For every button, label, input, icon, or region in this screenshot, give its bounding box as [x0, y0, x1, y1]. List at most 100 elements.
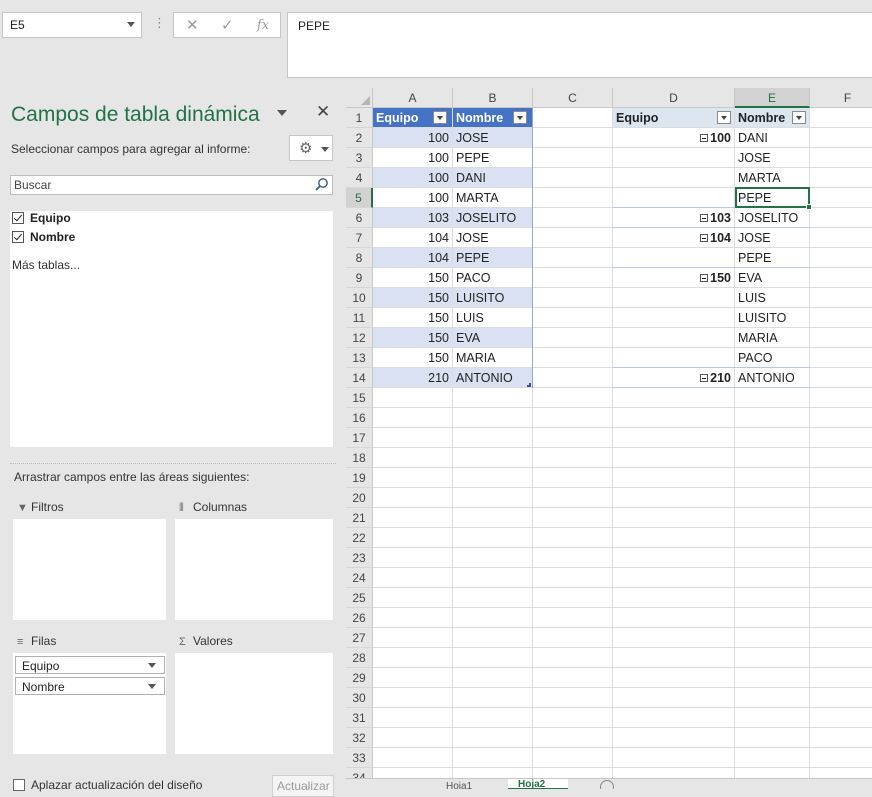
table-row-cell[interactable]: DANI — [453, 168, 532, 187]
columns-drop-zone[interactable] — [175, 519, 333, 620]
table-row-cell[interactable]: 100 — [373, 188, 452, 207]
field-equipo[interactable]: Equipo — [12, 211, 71, 227]
row-header[interactable]: 3 — [346, 148, 373, 168]
add-sheet-icon[interactable] — [600, 780, 614, 789]
table-header-cell[interactable]: Equipo — [373, 108, 452, 127]
enter-icon[interactable]: ✓ — [221, 16, 234, 34]
rows-drop-zone[interactable]: Equipo Nombre — [13, 653, 166, 754]
spreadsheet-grid[interactable]: ABCDEF 1 2 3 4 5 6 7 8 9 10 11 12 13 14 15 16 17 18 19 20 21… — [346, 88, 872, 789]
row-header[interactable]: 4 — [346, 168, 373, 188]
table-resize-handle[interactable] — [527, 383, 531, 387]
table-row-cell[interactable]: PACO — [453, 268, 532, 287]
table-row-cell[interactable]: 150 — [373, 308, 452, 327]
row-header[interactable]: 20 — [346, 488, 373, 508]
collapse-icon[interactable] — [700, 134, 709, 142]
column-header-c[interactable]: C — [533, 88, 613, 108]
row-header[interactable]: 9 — [346, 268, 373, 288]
update-button[interactable]: Actualizar — [272, 775, 334, 797]
collapse-icon[interactable] — [700, 234, 709, 242]
row-header[interactable]: 8 — [346, 248, 373, 268]
column-header-b[interactable]: B — [453, 88, 533, 108]
pane-options-chevron-icon[interactable] — [277, 110, 287, 116]
pivot-group-cell[interactable]: 104 — [613, 228, 734, 247]
row-header[interactable]: 2 — [346, 128, 373, 148]
sheet-tab-1[interactable]: Hoja1 — [446, 781, 472, 789]
table-row-cell[interactable]: ANTONIO — [453, 368, 532, 387]
name-box[interactable]: E5 — [2, 12, 142, 38]
table-row-cell[interactable]: 210 — [373, 368, 452, 387]
chevron-down-icon[interactable] — [148, 684, 156, 689]
pivot-row-cell[interactable]: EVA — [735, 268, 809, 287]
collapse-icon[interactable] — [700, 214, 709, 222]
row-header[interactable]: 28 — [346, 648, 373, 668]
chevron-down-icon[interactable] — [127, 22, 135, 27]
table-row-cell[interactable]: 100 — [373, 168, 452, 187]
table-row-cell[interactable]: 150 — [373, 348, 452, 367]
table-row-cell[interactable]: 150 — [373, 268, 452, 287]
filter-dropdown-icon[interactable] — [433, 111, 447, 124]
row-header[interactable]: 32 — [346, 728, 373, 748]
table-row-cell[interactable]: EVA — [453, 328, 532, 347]
values-drop-zone[interactable] — [175, 653, 333, 754]
table-row-cell[interactable]: MARTA — [453, 188, 532, 207]
insert-function-icon[interactable]: fx — [257, 18, 269, 33]
table-row-cell[interactable]: PEPE — [453, 148, 532, 167]
select-all-corner[interactable] — [346, 88, 373, 108]
row-header[interactable]: 15 — [346, 388, 373, 408]
pivot-group-cell[interactable]: 210 — [613, 368, 734, 387]
row-header[interactable]: 27 — [346, 628, 373, 648]
table-row-cell[interactable]: PEPE — [453, 248, 532, 267]
table-row-cell[interactable]: JOSE — [453, 228, 532, 247]
pivot-row-cell[interactable]: PACO — [735, 348, 809, 367]
row-header[interactable]: 7 — [346, 228, 373, 248]
row-header[interactable]: 1 — [346, 108, 373, 128]
row-header[interactable]: 26 — [346, 608, 373, 628]
fill-handle[interactable] — [806, 204, 812, 210]
row-header[interactable]: 21 — [346, 508, 373, 528]
column-header-a[interactable]: A — [373, 88, 453, 108]
row-header[interactable]: 18 — [346, 448, 373, 468]
table-row-cell[interactable]: JOSELITO — [453, 208, 532, 227]
close-icon[interactable]: ✕ — [316, 102, 330, 122]
filter-dropdown-icon[interactable] — [513, 111, 527, 124]
table-row-cell[interactable]: 104 — [373, 248, 452, 267]
table-header-cell[interactable]: Nombre — [453, 108, 532, 127]
row-header[interactable]: 11 — [346, 308, 373, 328]
row-header[interactable]: 22 — [346, 528, 373, 548]
tools-button[interactable]: ⚙ — [289, 135, 333, 161]
row-header[interactable]: 30 — [346, 688, 373, 708]
row-header[interactable]: 33 — [346, 748, 373, 768]
cancel-icon[interactable]: ✕ — [186, 16, 199, 34]
table-row-cell[interactable]: JOSE — [453, 128, 532, 147]
row-header[interactable]: 14 — [346, 368, 373, 388]
table-row-cell[interactable]: 103 — [373, 208, 452, 227]
collapse-icon[interactable] — [700, 374, 709, 382]
pivot-row-cell[interactable]: LUIS — [735, 288, 809, 307]
pivot-row-cell[interactable]: JOSE — [735, 148, 809, 167]
row-header[interactable]: 6 — [346, 208, 373, 228]
table-row-cell[interactable]: LUIS — [453, 308, 532, 327]
table-row-cell[interactable]: MARIA — [453, 348, 532, 367]
row-header[interactable]: 17 — [346, 428, 373, 448]
pivot-row-cell[interactable]: PEPE — [735, 248, 809, 267]
filters-drop-zone[interactable] — [13, 519, 166, 620]
chevron-down-icon[interactable] — [148, 663, 156, 668]
column-header-f[interactable]: F — [810, 88, 872, 108]
divider[interactable] — [10, 463, 336, 464]
row-header[interactable]: 10 — [346, 288, 373, 308]
filter-dropdown-icon[interactable] — [717, 111, 731, 124]
pivot-group-cell[interactable]: 150 — [613, 268, 734, 287]
row-header[interactable]: 29 — [346, 668, 373, 688]
row-header[interactable]: 31 — [346, 708, 373, 728]
checkbox-checked-icon[interactable] — [12, 212, 24, 224]
active-cell-selection[interactable] — [735, 187, 812, 210]
table-row-cell[interactable]: 104 — [373, 228, 452, 247]
table-row-cell[interactable]: 100 — [373, 148, 452, 167]
sheet-tab-2[interactable]: Hoja2 — [508, 779, 568, 789]
row-header[interactable]: 12 — [346, 328, 373, 348]
table-row-cell[interactable]: 150 — [373, 328, 452, 347]
pivot-group-cell[interactable]: 100 — [613, 128, 734, 147]
checkbox-checked-icon[interactable] — [12, 231, 24, 243]
row-header[interactable]: 16 — [346, 408, 373, 428]
filter-dropdown-icon[interactable] — [792, 111, 806, 124]
